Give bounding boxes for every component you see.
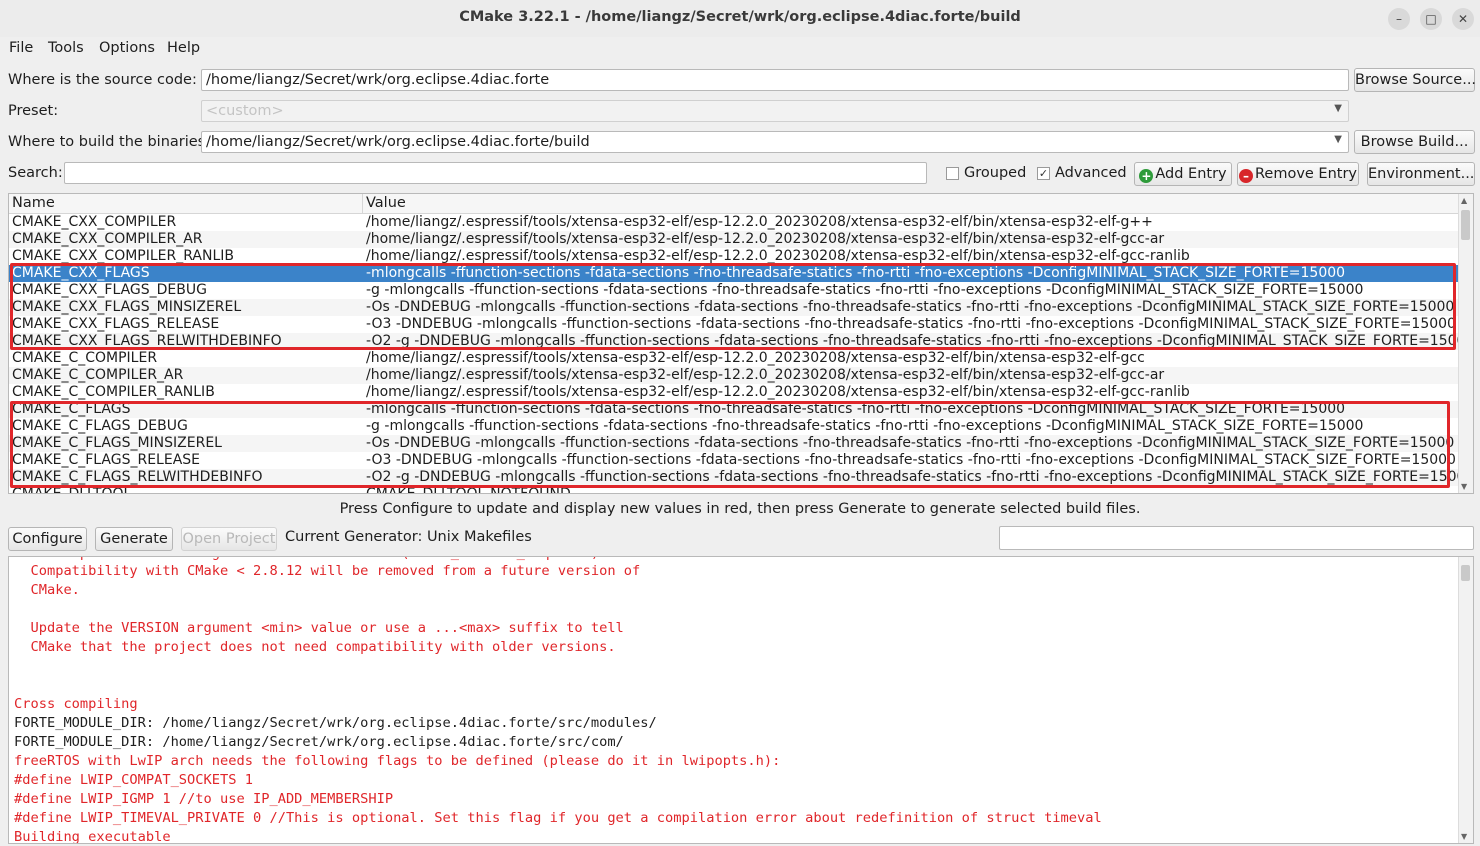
- search-input[interactable]: [64, 162, 927, 184]
- log-line: #define LWIP_COMPAT_SOCKETS 1: [14, 772, 253, 788]
- row-name: CMAKE_C_COMPILER_AR: [12, 367, 184, 383]
- scroll-down-icon[interactable]: ▼: [1461, 832, 1467, 841]
- scroll-down-icon[interactable]: ▼: [1461, 482, 1467, 491]
- preset-label: Preset:: [8, 103, 59, 119]
- search-label: Search:: [8, 165, 63, 181]
- row-name: CMAKE_CXX_COMPILER: [12, 214, 177, 230]
- row-value[interactable]: /home/liangz/.espressif/tools/xtensa-esp…: [366, 384, 1190, 401]
- chevron-down-icon[interactable]: ▼: [1334, 134, 1342, 145]
- column-name-header[interactable]: Name: [12, 195, 55, 211]
- row-value[interactable]: /home/liangz/.espressif/tools/xtensa-esp…: [366, 367, 1164, 384]
- preset-value: <custom>: [206, 103, 284, 119]
- remove-entry-button[interactable]: – Remove Entry: [1237, 162, 1359, 186]
- log-partial-line: CMake Deprecation Warning at CMakeLists.…: [14, 557, 607, 561]
- chevron-down-icon: ▼: [1334, 103, 1342, 114]
- remove-icon: –: [1238, 169, 1253, 183]
- build-path-combo[interactable]: /home/liangz/Secret/wrk/org.eclipse.4dia…: [201, 131, 1349, 153]
- menu-help[interactable]: Help: [167, 40, 200, 56]
- output-log[interactable]: CMake Deprecation Warning at CMakeLists.…: [8, 556, 1474, 844]
- red-highlight-c-flags: [10, 401, 1450, 488]
- log-line: #define LWIP_TIMEVAL_PRIVATE 0 //This is…: [14, 810, 1102, 826]
- table-row[interactable]: CMAKE_CXX_COMPILER/home/liangz/.espressi…: [9, 214, 1459, 231]
- row-name: CMAKE_C_COMPILER: [12, 350, 158, 366]
- browse-source-button[interactable]: Browse Source...: [1354, 68, 1476, 92]
- log-line: #define LWIP_IGMP 1 //to use IP_ADD_MEMB…: [14, 791, 394, 807]
- remove-entry-label: Remove Entry: [1254, 166, 1358, 182]
- log-line: Compatibility with CMake < 2.8.12 will b…: [14, 563, 641, 579]
- scroll-up-icon[interactable]: ▲: [1461, 196, 1467, 205]
- generate-button[interactable]: Generate: [95, 527, 173, 551]
- add-entry-button[interactable]: + Add Entry: [1134, 162, 1232, 186]
- advanced-checkbox[interactable]: ✓: [1037, 167, 1050, 180]
- log-line: Update the VERSION argument <min> value …: [14, 620, 624, 636]
- build-path-value: /home/liangz/Secret/wrk/org.eclipse.4dia…: [206, 134, 590, 150]
- log-line: freeRTOS with LwIP arch needs the follow…: [14, 753, 781, 769]
- open-project-button[interactable]: Open Project: [181, 527, 277, 551]
- configure-button[interactable]: Configure: [8, 527, 87, 551]
- table-row[interactable]: CMAKE_C_COMPILER/home/liangz/.espressif/…: [9, 350, 1459, 367]
- log-line: FORTE_MODULE_DIR: /home/liangz/Secret/wr…: [14, 715, 657, 731]
- title-bar: CMake 3.22.1 - /home/liangz/Secret/wrk/o…: [0, 0, 1480, 38]
- maximize-icon[interactable]: □: [1420, 8, 1442, 30]
- table-row[interactable]: CMAKE_C_COMPILER_AR/home/liangz/.espress…: [9, 367, 1459, 384]
- row-value[interactable]: /home/liangz/.espressif/tools/xtensa-esp…: [366, 231, 1164, 248]
- menu-options[interactable]: Options: [99, 40, 155, 56]
- log-line: Building executable: [14, 829, 171, 844]
- row-name: CMAKE_CXX_COMPILER_AR: [12, 231, 203, 247]
- row-value[interactable]: /home/liangz/.espressif/tools/xtensa-esp…: [366, 350, 1145, 367]
- add-entry-label: Add Entry: [1155, 166, 1227, 182]
- minimize-icon[interactable]: –: [1388, 8, 1410, 30]
- menu-file[interactable]: File: [9, 40, 33, 56]
- row-value[interactable]: /home/liangz/.espressif/tools/xtensa-esp…: [366, 214, 1153, 231]
- log-line: Cross compiling: [14, 696, 138, 712]
- current-generator: Current Generator: Unix Makefiles: [285, 529, 532, 545]
- status-message: Press Configure to update and display ne…: [339, 501, 1141, 517]
- table-header: Name Value: [9, 194, 1459, 214]
- red-highlight-cxx-flags: [10, 263, 1456, 350]
- table-scroll-thumb[interactable]: [1461, 210, 1470, 240]
- log-line: FORTE_MODULE_DIR: /home/liangz/Secret/wr…: [14, 734, 624, 750]
- grouped-label: Grouped: [964, 165, 1027, 181]
- progress-field: [999, 526, 1474, 550]
- window-title: CMake 3.22.1 - /home/liangz/Secret/wrk/o…: [459, 9, 1021, 25]
- column-divider: [362, 194, 363, 213]
- log-scroll-thumb[interactable]: [1461, 565, 1470, 581]
- column-value-header[interactable]: Value: [366, 195, 406, 211]
- table-row[interactable]: CMAKE_CXX_COMPILER_AR/home/liangz/.espre…: [9, 231, 1459, 248]
- row-name: CMAKE_C_COMPILER_RANLIB: [12, 384, 215, 400]
- grouped-checkbox[interactable]: [946, 167, 959, 180]
- source-label: Where is the source code:: [8, 72, 197, 88]
- log-line: CMake.: [14, 582, 80, 598]
- table-scrollbar[interactable]: ▲ ▼: [1458, 194, 1473, 493]
- build-label: Where to build the binaries:: [8, 134, 211, 150]
- add-icon: +: [1139, 169, 1154, 183]
- table-row[interactable]: CMAKE_C_COMPILER_RANLIB/home/liangz/.esp…: [9, 384, 1459, 401]
- log-line: CMake that the project does not need com…: [14, 639, 616, 655]
- advanced-label: Advanced: [1055, 165, 1127, 181]
- source-path-input[interactable]: /home/liangz/Secret/wrk/org.eclipse.4dia…: [201, 69, 1349, 91]
- menu-bar: File Tools Options Help: [0, 37, 1480, 61]
- browse-build-button[interactable]: Browse Build...: [1354, 130, 1475, 154]
- cache-table: Name Value CMAKE_CXX_COMPILER/home/liang…: [8, 193, 1474, 494]
- preset-select[interactable]: <custom> ▼: [201, 100, 1349, 122]
- log-scrollbar[interactable]: ▼: [1458, 557, 1473, 843]
- close-icon[interactable]: ✕: [1452, 8, 1474, 30]
- menu-tools[interactable]: Tools: [48, 40, 84, 56]
- environment-button[interactable]: Environment...: [1367, 162, 1475, 186]
